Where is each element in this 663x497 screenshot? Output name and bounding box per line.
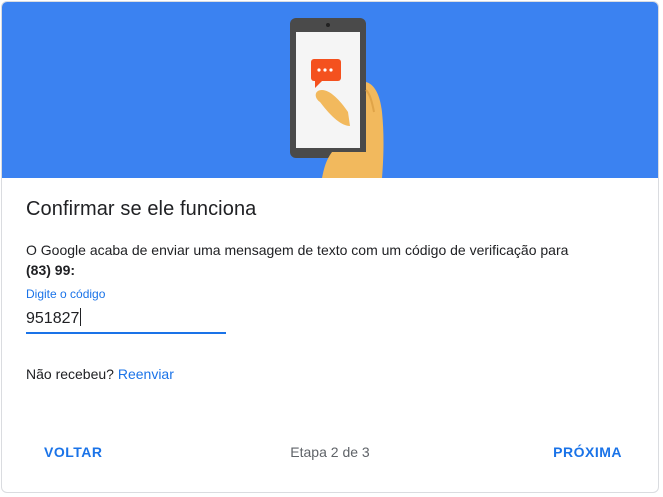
resend-prompt: Não recebeu? (26, 366, 114, 382)
next-button[interactable]: PRÓXIMA (553, 444, 622, 460)
code-field-label: Digite o código (26, 287, 106, 301)
phone-screen (296, 32, 360, 148)
verification-dialog: Confirmar se ele funciona O Google acaba… (1, 1, 659, 493)
resend-row: Não recebeu? Reenviar (26, 366, 174, 382)
phone-sms-illustration (290, 18, 384, 178)
description-text: O Google acaba de enviar uma mensagem de… (26, 240, 626, 280)
text-caret (80, 308, 82, 326)
code-input-value: 951827 (26, 310, 80, 327)
hero-banner (2, 2, 658, 178)
dialog-title: Confirmar se ele funciona (26, 198, 257, 220)
resend-link[interactable]: Reenviar (118, 366, 174, 382)
phone-number: (83) 99: (26, 262, 76, 278)
code-input[interactable]: 951827 (26, 308, 226, 334)
description-message: O Google acaba de enviar uma mensagem de… (26, 242, 569, 258)
